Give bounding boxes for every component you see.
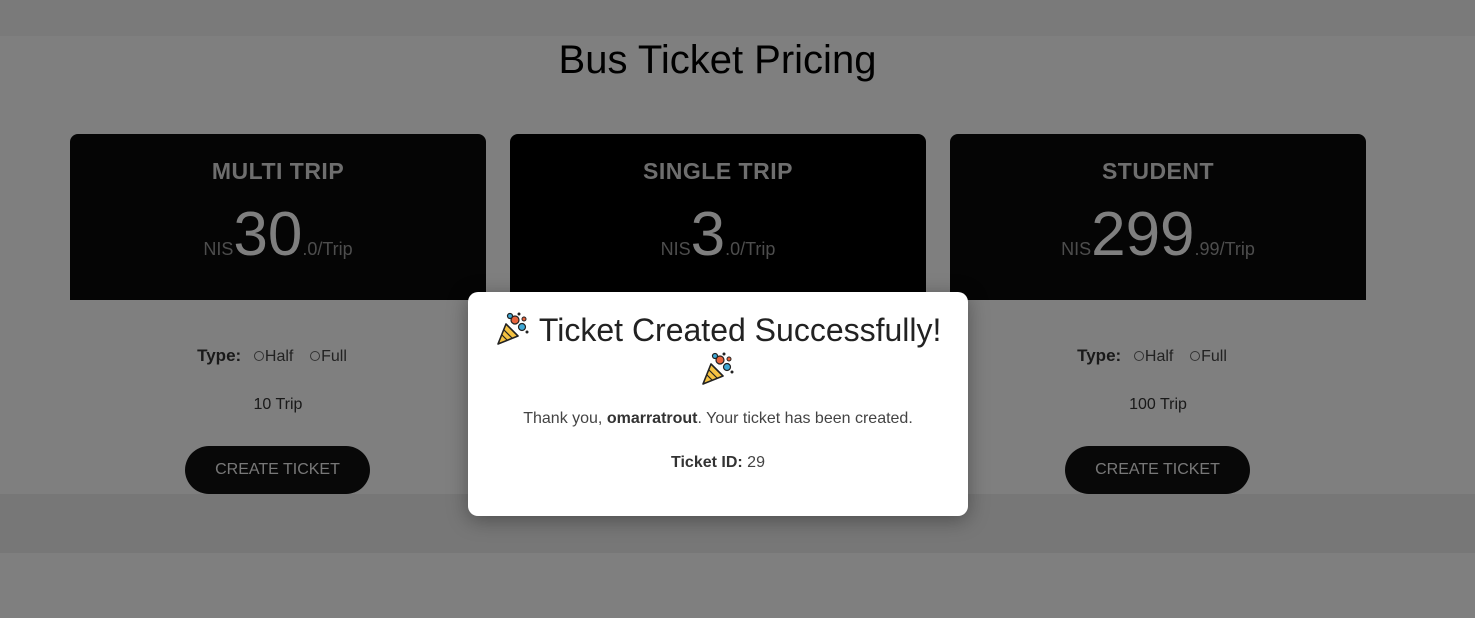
party-popper-icon: [496, 312, 529, 345]
modal-heading-text: Ticket Created Successfully!: [538, 312, 942, 348]
ticket-id: Ticket ID: 29: [468, 454, 968, 472]
username: omarratrout: [606, 410, 698, 427]
message-prefix: Thank you,: [523, 410, 607, 427]
party-popper-icon: [702, 352, 734, 385]
message-suffix: . Your ticket has been created.: [697, 410, 913, 427]
ticket-id-label: Ticket ID:: [671, 454, 743, 471]
ticket-id-value: 29: [742, 454, 765, 471]
modal-heading: Ticket Created Successfully!: [468, 310, 968, 391]
success-modal: Ticket Created Successfully! Thank you, …: [468, 292, 968, 516]
modal-message: Thank you, omarratrout. Your ticket has …: [468, 410, 968, 428]
